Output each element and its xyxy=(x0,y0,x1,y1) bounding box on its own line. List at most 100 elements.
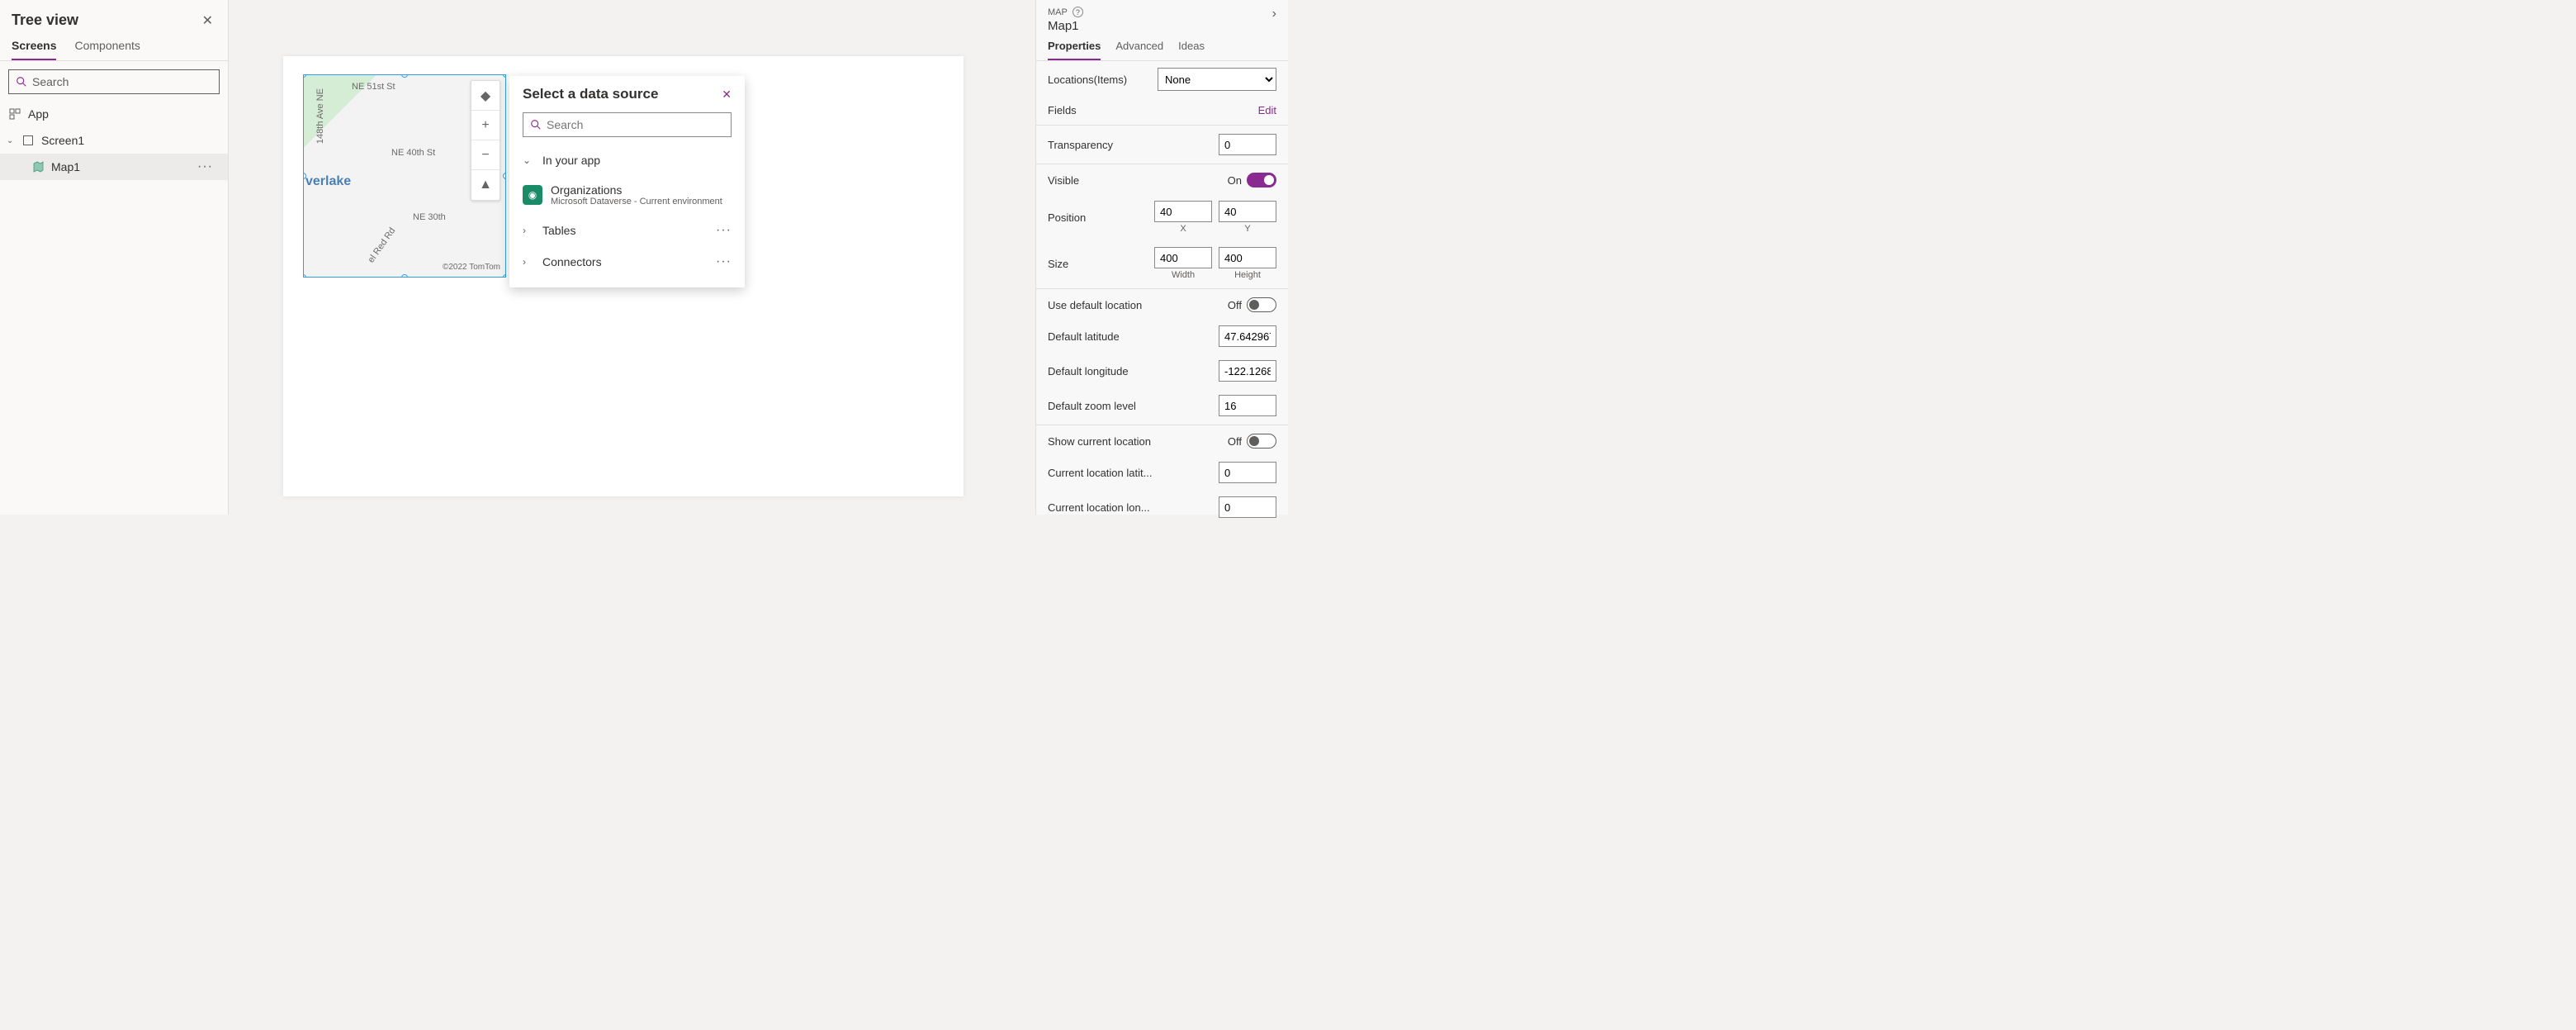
canvas-area: NE 51st St NE 40th St NE 30th 148th Ave … xyxy=(229,0,1035,515)
tree-view-panel: Tree view ✕ Screens Components App ⌄ Scr… xyxy=(0,0,229,515)
prop-cur-lat-input[interactable] xyxy=(1219,462,1276,483)
prop-show-cur-loc-label: Show current location xyxy=(1048,435,1151,448)
prop-cur-lat-label: Current location latit... xyxy=(1048,467,1152,479)
map-copyright: ©2022 TomTom xyxy=(443,263,500,272)
map-label-30th: NE 30th xyxy=(413,212,446,222)
tab-properties[interactable]: Properties xyxy=(1048,40,1101,60)
ds-label: In your app xyxy=(542,154,732,167)
resize-handle[interactable] xyxy=(503,74,506,78)
chevron-down-icon: ⌄ xyxy=(523,154,534,166)
properties-panel: MAP ? Map1 › Properties Advanced Ideas L… xyxy=(1035,0,1288,515)
ds-search-box[interactable] xyxy=(523,112,732,137)
prop-width-input[interactable] xyxy=(1154,247,1212,268)
map-label-40th: NE 40th St xyxy=(391,148,435,158)
more-icon[interactable]: ··· xyxy=(716,223,732,238)
prop-size-label: Size xyxy=(1048,258,1068,270)
map-zoom-in-button[interactable]: + xyxy=(471,111,500,140)
map-compass-button[interactable]: ◆ xyxy=(471,81,500,111)
tab-advanced[interactable]: Advanced xyxy=(1115,40,1163,60)
prop-show-cur-loc-toggle[interactable] xyxy=(1247,434,1276,449)
expand-panel-icon[interactable]: › xyxy=(1272,7,1276,21)
prop-cur-lon-label: Current location lon... xyxy=(1048,501,1150,514)
tree-item-label: Map1 xyxy=(51,160,80,173)
prop-def-lon-input[interactable] xyxy=(1219,360,1276,382)
prop-def-zoom-input[interactable] xyxy=(1219,395,1276,416)
ds-label: Connectors xyxy=(542,255,716,268)
map-icon xyxy=(30,161,46,173)
resize-handle[interactable] xyxy=(303,274,306,278)
tree-search-input[interactable] xyxy=(32,75,212,88)
chevron-down-icon[interactable]: ⌄ xyxy=(7,136,17,145)
tree-search-box[interactable] xyxy=(8,69,220,94)
prop-position-label: Position xyxy=(1048,211,1086,224)
visible-state: On xyxy=(1228,174,1242,187)
prop-locations-select[interactable]: None xyxy=(1158,68,1276,91)
chevron-right-icon: › xyxy=(523,225,534,236)
ds-org-sub: Microsoft Dataverse - Current environmen… xyxy=(551,197,722,206)
prop-transparency-label: Transparency xyxy=(1048,139,1113,151)
resize-handle[interactable] xyxy=(401,274,408,278)
ds-section-connectors[interactable]: › Connectors ··· xyxy=(509,246,745,278)
prop-use-default-loc-toggle[interactable] xyxy=(1247,297,1276,312)
chevron-right-icon: › xyxy=(523,256,534,268)
map-label-overlake: verlake xyxy=(305,174,351,189)
ds-search-input[interactable] xyxy=(547,118,724,131)
map-label-51st: NE 51st St xyxy=(352,82,395,92)
tree-view-title: Tree view xyxy=(12,12,78,29)
map-zoom-controls: ◆ + − ▲ xyxy=(471,80,500,201)
resize-handle[interactable] xyxy=(303,74,306,78)
prop-locations-label: Locations(Items) xyxy=(1048,74,1127,86)
tab-components[interactable]: Components xyxy=(74,39,140,60)
show-cur-state: Off xyxy=(1228,435,1242,448)
more-icon[interactable]: ··· xyxy=(197,159,213,174)
edit-fields-link[interactable]: Edit xyxy=(1258,104,1276,116)
screen-icon xyxy=(20,135,36,145)
map-label-belred: el Red Rd xyxy=(367,226,398,265)
more-icon[interactable]: ··· xyxy=(716,254,732,269)
control-name: Map1 xyxy=(1048,19,1083,33)
ds-title: Select a data source xyxy=(523,86,658,102)
close-ds-icon[interactable]: ✕ xyxy=(722,88,732,102)
tree-tabs: Screens Components xyxy=(0,34,228,61)
resize-handle[interactable] xyxy=(503,274,506,278)
tab-ideas[interactable]: Ideas xyxy=(1178,40,1205,60)
prop-def-lat-input[interactable] xyxy=(1219,325,1276,347)
tree-item-app[interactable]: App xyxy=(0,101,228,127)
search-icon xyxy=(16,76,27,88)
ds-item-organizations[interactable]: ◉ Organizations Microsoft Dataverse - Cu… xyxy=(509,175,745,215)
ds-label: Tables xyxy=(542,224,716,237)
dataverse-icon: ◉ xyxy=(523,185,542,205)
resize-handle[interactable] xyxy=(503,173,506,179)
props-tabs: Properties Advanced Ideas xyxy=(1036,36,1288,61)
map-pitch-button[interactable]: ▲ xyxy=(471,170,500,200)
prop-def-lon-label: Default longitude xyxy=(1048,365,1129,377)
prop-fields-label: Fields xyxy=(1048,104,1077,116)
ds-org-title: Organizations xyxy=(551,183,722,197)
close-tree-icon[interactable]: ✕ xyxy=(202,12,213,29)
prop-x-input[interactable] xyxy=(1154,201,1212,222)
tree-item-screen1[interactable]: ⌄ Screen1 xyxy=(0,127,228,154)
tab-screens[interactable]: Screens xyxy=(12,39,56,60)
tree-item-label: App xyxy=(28,107,49,121)
prop-height-input[interactable] xyxy=(1219,247,1276,268)
prop-def-lat-label: Default latitude xyxy=(1048,330,1120,343)
prop-visible-toggle[interactable] xyxy=(1247,173,1276,187)
map-control[interactable]: NE 51st St NE 40th St NE 30th 148th Ave … xyxy=(303,74,506,278)
map-label-148: 148th Ave NE xyxy=(315,88,325,144)
prop-use-default-loc-label: Use default location xyxy=(1048,299,1142,311)
data-source-popup: Select a data source ✕ ⌄ In your app ◉ O… xyxy=(509,76,745,287)
prop-transparency-input[interactable] xyxy=(1219,134,1276,155)
app-icon xyxy=(7,108,23,120)
search-icon xyxy=(530,119,542,131)
prop-cur-lon-input[interactable] xyxy=(1219,496,1276,518)
prop-visible-label: Visible xyxy=(1048,174,1079,187)
prop-y-input[interactable] xyxy=(1219,201,1276,222)
ds-section-tables[interactable]: › Tables ··· xyxy=(509,215,745,246)
ds-section-in-your-app[interactable]: ⌄ In your app xyxy=(509,145,745,175)
resize-handle[interactable] xyxy=(401,74,408,78)
prop-def-zoom-label: Default zoom level xyxy=(1048,400,1136,412)
tree-item-map1[interactable]: Map1 ··· xyxy=(0,154,228,180)
tree-item-label: Screen1 xyxy=(41,134,84,147)
map-zoom-out-button[interactable]: − xyxy=(471,140,500,170)
help-icon[interactable]: ? xyxy=(1073,7,1083,17)
